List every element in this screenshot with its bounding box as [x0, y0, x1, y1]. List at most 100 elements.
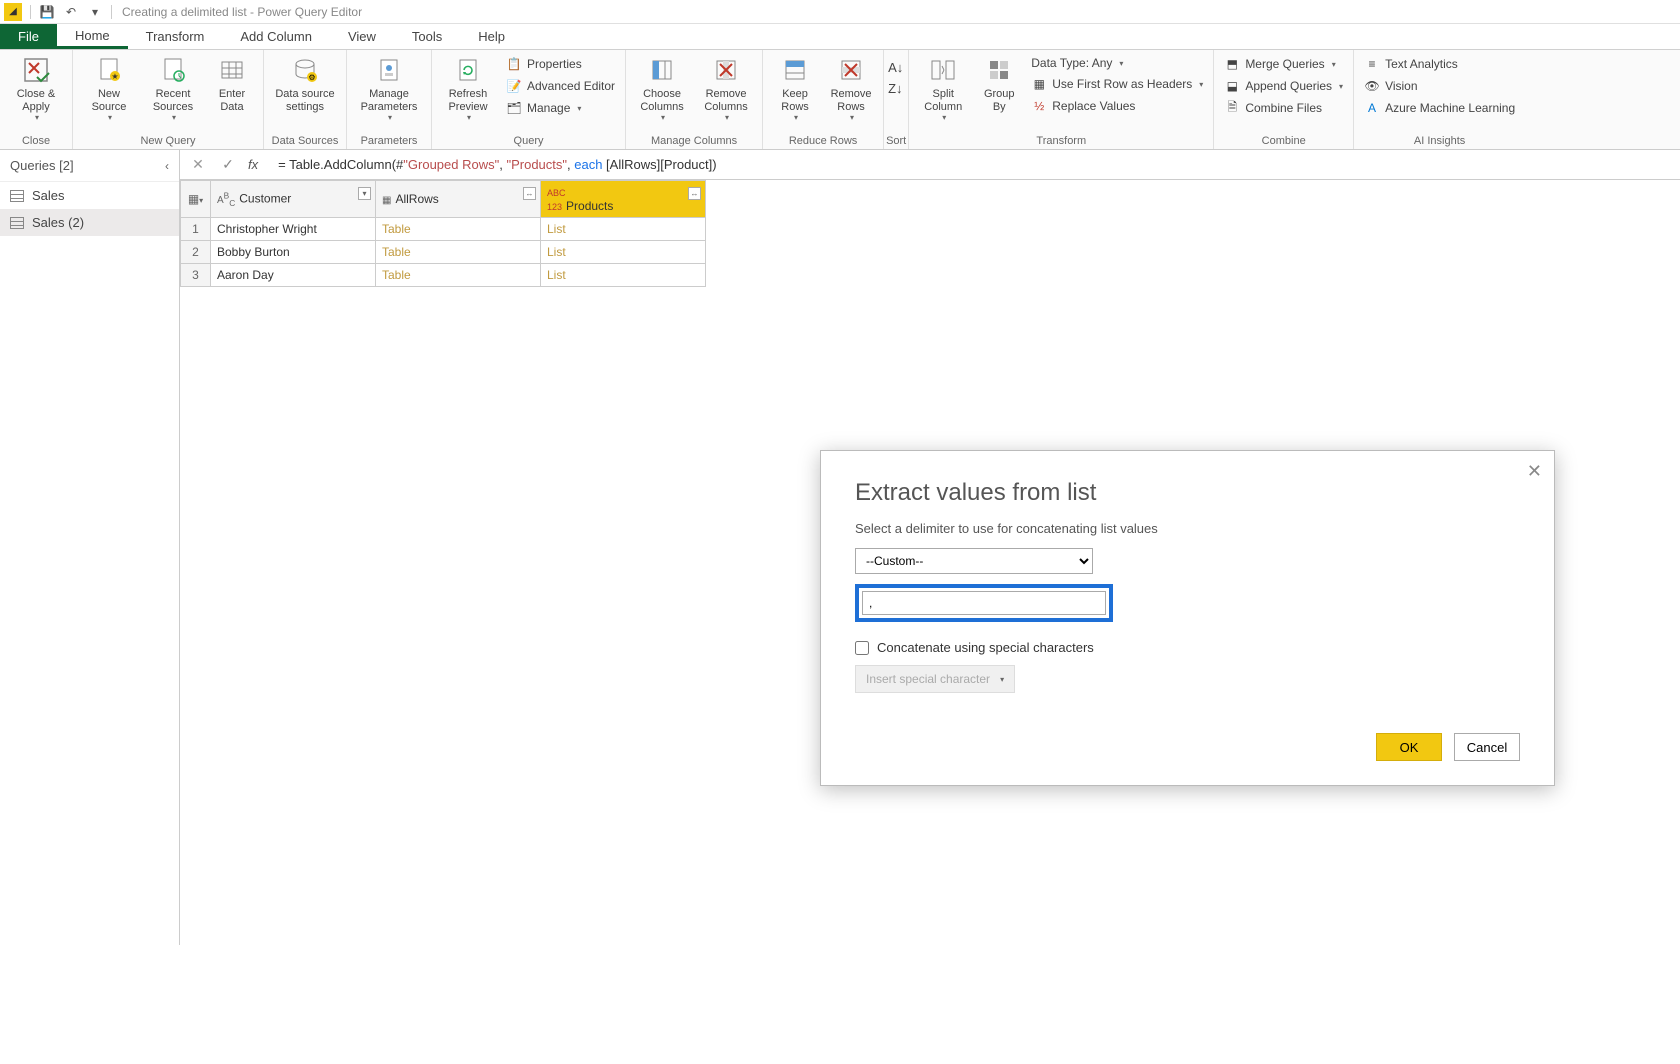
split-column-button[interactable]: Split Column▾: [915, 52, 971, 122]
content-area: ✕ ✓ fx = Table.AddColumn(#"Grouped Rows"…: [180, 150, 1680, 945]
table-row[interactable]: 1 Christopher Wright Table List: [181, 218, 706, 241]
manage-button[interactable]: 🗂Manage▾: [502, 98, 619, 118]
table-row[interactable]: 3 Aaron Day Table List: [181, 264, 706, 287]
replace-values-button[interactable]: ½Replace Values: [1027, 96, 1207, 116]
keep-rows-button[interactable]: Keep Rows▾: [769, 52, 821, 122]
svg-text:★: ★: [111, 72, 118, 81]
special-chars-checkbox[interactable]: [855, 641, 869, 655]
close-apply-button[interactable]: Close & Apply▾: [6, 52, 66, 122]
sort-asc-button[interactable]: A↓: [886, 58, 905, 77]
ribbon-group-close: Close & Apply▾ Close: [0, 50, 73, 149]
collapse-queries-icon[interactable]: ‹: [165, 159, 169, 173]
combine-files-button[interactable]: 🗎Combine Files: [1220, 98, 1347, 118]
choose-columns-button[interactable]: Choose Columns▾: [632, 52, 692, 122]
close-icon[interactable]: ✕: [1527, 461, 1542, 482]
data-grid-wrap: ▦▾ ABCCustomer▾ ▦AllRows↔ ABC123Products…: [180, 180, 1680, 287]
ribbon-group-new-query: ★ New Source▾ Recent Sources▾ Enter Data…: [73, 50, 264, 149]
cancel-formula-icon[interactable]: ✕: [188, 155, 208, 175]
data-source-settings-icon: ⚙: [289, 54, 321, 86]
tab-home[interactable]: Home: [57, 24, 128, 49]
dialog-title: Extract values from list: [855, 479, 1520, 507]
combine-files-icon: 🗎: [1224, 100, 1240, 116]
table-row[interactable]: 2 Bobby Burton Table List: [181, 241, 706, 264]
data-source-settings-button[interactable]: ⚙ Data source settings: [270, 52, 340, 113]
new-source-icon: ★: [93, 54, 125, 86]
ribbon-group-transform: Split Column▾ Group By Data Type: Any▾ ▦…: [909, 50, 1214, 149]
main-area: Queries [2] ‹ Sales Sales (2) ✕ ✓ fx = T…: [0, 150, 1680, 945]
sort-desc-icon: Z↓: [888, 81, 902, 96]
recent-sources-button[interactable]: Recent Sources▾: [143, 52, 203, 122]
first-row-headers-button[interactable]: ▦Use First Row as Headers▾: [1027, 74, 1207, 94]
tab-transform[interactable]: Transform: [128, 24, 223, 49]
tab-add-column[interactable]: Add Column: [222, 24, 330, 49]
data-type-button[interactable]: Data Type: Any▾: [1027, 54, 1207, 72]
query-item-sales[interactable]: Sales: [0, 182, 179, 209]
sort-desc-button[interactable]: Z↓: [886, 79, 904, 98]
undo-icon[interactable]: ↶: [62, 3, 80, 21]
grid-corner[interactable]: ▦▾: [181, 181, 211, 218]
sort-asc-icon: A↓: [888, 60, 903, 75]
manage-parameters-icon: [373, 54, 405, 86]
commit-formula-icon[interactable]: ✓: [218, 155, 238, 175]
text-analytics-icon: ≡: [1364, 56, 1380, 72]
refresh-icon: [452, 54, 484, 86]
filter-dropdown-icon[interactable]: ▾: [358, 187, 371, 200]
ribbon-group-query: Refresh Preview▾ 📋Properties 📝Advanced E…: [432, 50, 626, 149]
query-item-sales-2[interactable]: Sales (2): [0, 209, 179, 236]
app-icon: [4, 3, 22, 21]
cancel-button[interactable]: Cancel: [1454, 733, 1520, 761]
manage-icon: 🗂: [506, 100, 522, 116]
expand-icon[interactable]: ↔: [523, 187, 536, 200]
vision-button[interactable]: 👁Vision: [1360, 76, 1519, 96]
group-by-button[interactable]: Group By: [975, 52, 1023, 113]
headers-icon: ▦: [1031, 76, 1047, 92]
tab-file[interactable]: File: [0, 24, 57, 49]
data-grid[interactable]: ▦▾ ABCCustomer▾ ▦AllRows↔ ABC123Products…: [180, 180, 706, 287]
fx-icon[interactable]: fx: [248, 157, 258, 172]
append-queries-button[interactable]: ⬓Append Queries▾: [1220, 76, 1347, 96]
any-type-icon: ABC123: [547, 188, 566, 212]
enter-data-button[interactable]: Enter Data: [207, 52, 257, 113]
tab-view[interactable]: View: [330, 24, 394, 49]
tab-tools[interactable]: Tools: [394, 24, 460, 49]
azure-ml-button[interactable]: AAzure Machine Learning: [1360, 98, 1519, 118]
ribbon-group-ai-insights: ≡Text Analytics 👁Vision AAzure Machine L…: [1354, 50, 1525, 149]
enter-data-icon: [216, 54, 248, 86]
advanced-editor-icon: 📝: [506, 78, 522, 94]
table-icon: [10, 190, 24, 202]
azure-ml-icon: A: [1364, 100, 1380, 116]
new-source-button[interactable]: ★ New Source▾: [79, 52, 139, 122]
expand-icon[interactable]: ↔: [688, 187, 701, 200]
tab-help[interactable]: Help: [460, 24, 523, 49]
qat-dropdown-icon[interactable]: ▾: [86, 3, 104, 21]
table-icon: [10, 217, 24, 229]
formula-text[interactable]: = Table.AddColumn(#"Grouped Rows", "Prod…: [278, 157, 716, 173]
queries-header: Queries [2] ‹: [0, 150, 179, 182]
column-header-allrows[interactable]: ▦AllRows↔: [376, 181, 541, 218]
text-analytics-button[interactable]: ≡Text Analytics: [1360, 54, 1519, 74]
remove-columns-icon: [710, 54, 742, 86]
remove-rows-button[interactable]: Remove Rows▾: [825, 52, 877, 122]
choose-columns-icon: [646, 54, 678, 86]
manage-parameters-button[interactable]: Manage Parameters▾: [353, 52, 425, 122]
ribbon-group-sort: A↓ Z↓ Sort: [884, 50, 909, 149]
vision-icon: 👁: [1364, 78, 1380, 94]
ok-button[interactable]: OK: [1376, 733, 1442, 761]
custom-delimiter-input[interactable]: [862, 591, 1106, 615]
merge-queries-button[interactable]: ⬒Merge Queries▾: [1220, 54, 1347, 74]
extract-values-dialog: ✕ Extract values from list Select a deli…: [820, 450, 1555, 786]
dialog-subtitle: Select a delimiter to use for concatenat…: [855, 521, 1520, 536]
ribbon-group-manage-columns: Choose Columns▾ Remove Columns▾ Manage C…: [626, 50, 763, 149]
refresh-preview-button[interactable]: Refresh Preview▾: [438, 52, 498, 122]
window-title: Creating a delimited list - Power Query …: [122, 5, 362, 19]
save-icon[interactable]: 💾: [38, 3, 56, 21]
column-header-products[interactable]: ABC123Products↔: [541, 181, 706, 218]
ribbon-tabs: File Home Transform Add Column View Tool…: [0, 24, 1680, 50]
column-header-customer[interactable]: ABCCustomer▾: [211, 181, 376, 218]
special-chars-label: Concatenate using special characters: [877, 640, 1094, 655]
keep-rows-icon: [779, 54, 811, 86]
advanced-editor-button[interactable]: 📝Advanced Editor: [502, 76, 619, 96]
remove-columns-button[interactable]: Remove Columns▾: [696, 52, 756, 122]
delimiter-select[interactable]: --Custom--: [855, 548, 1093, 574]
properties-button[interactable]: 📋Properties: [502, 54, 619, 74]
